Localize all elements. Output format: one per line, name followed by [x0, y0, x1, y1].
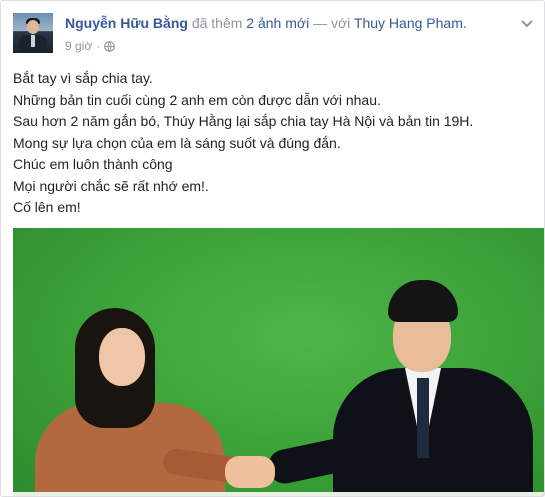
timestamp[interactable]: 9 giờ: [65, 39, 92, 53]
chevron-down-icon[interactable]: [520, 19, 534, 29]
post-meta: 9 giờ ·: [65, 39, 116, 53]
photo-man-hair: [388, 280, 458, 322]
post-line: Mọi người chắc sẽ rất nhớ em!.: [13, 177, 209, 194]
with-text: — với: [313, 15, 351, 31]
post-line: Bắt tay vì sắp chia tay.: [13, 70, 153, 86]
meta-dot: ·: [96, 39, 101, 53]
post-card: Nguyễn Hữu Bằng đã thêm 2 ảnh mới — với …: [0, 0, 545, 497]
action-text: đã thêm: [191, 15, 243, 31]
post-line: Mong sự lựa chọn của em là sáng suốt và …: [13, 134, 341, 151]
photo-bottom-strip: [13, 492, 544, 496]
avatar[interactable]: [13, 13, 53, 53]
author-name[interactable]: Nguyễn Hữu Bằng: [65, 15, 188, 31]
tagged-user-link[interactable]: Thuy Hang Pham.: [354, 15, 467, 31]
post-header: Nguyễn Hữu Bằng đã thêm 2 ảnh mới — với …: [65, 14, 467, 32]
globe-icon[interactable]: [104, 40, 116, 52]
photos-link[interactable]: 2 ảnh mới: [246, 15, 309, 31]
avatar-tie: [31, 35, 35, 47]
photo-handshake: [225, 456, 275, 488]
post-line: Những bản tin cuối cùng 2 anh em còn đượ…: [13, 91, 381, 108]
post-line: Chúc em luôn thành công: [13, 156, 173, 172]
post-line: Cố lên em!: [13, 199, 81, 215]
photo-woman-face: [99, 328, 145, 386]
post-text: Bắt tay vì sắp chia tay. Những bản tin c…: [13, 68, 533, 219]
avatar-head: [27, 20, 39, 34]
post-line: Sau hơn 2 năm gắn bó, Thúy Hằng lại sắp …: [13, 113, 474, 129]
photo-man-tie: [417, 378, 429, 458]
post-photo[interactable]: [13, 228, 544, 496]
